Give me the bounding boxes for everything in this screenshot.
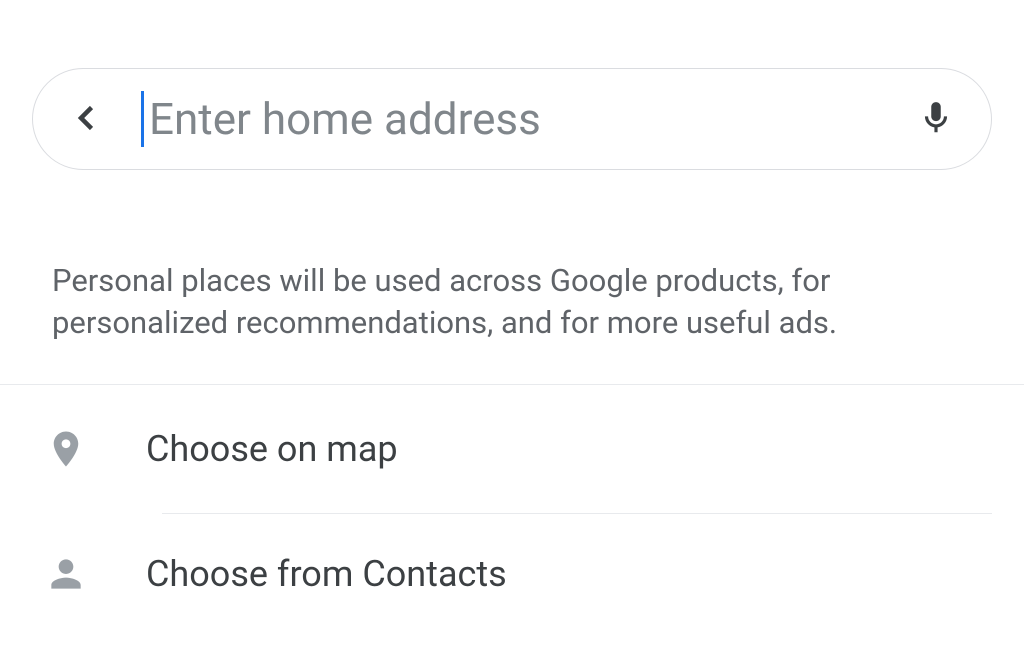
choose-on-map-option[interactable]: Choose on map [32, 385, 992, 513]
voice-search-button[interactable] [917, 95, 955, 144]
search-input-wrapper [141, 93, 881, 145]
person-icon [44, 552, 88, 596]
choose-from-contacts-label: Choose from Contacts [146, 553, 507, 595]
address-search-input[interactable] [141, 93, 881, 145]
choose-from-contacts-option[interactable]: Choose from Contacts [32, 514, 992, 634]
text-cursor [141, 91, 144, 147]
info-text: Personal places will be used across Goog… [32, 170, 992, 384]
microphone-icon [917, 95, 955, 144]
choose-on-map-label: Choose on map [146, 428, 398, 470]
map-pin-icon [44, 423, 88, 475]
options-list: Choose on map Choose from Contacts [32, 385, 992, 634]
chevron-left-icon [69, 100, 105, 139]
search-bar [32, 68, 992, 170]
back-button[interactable] [69, 100, 105, 139]
